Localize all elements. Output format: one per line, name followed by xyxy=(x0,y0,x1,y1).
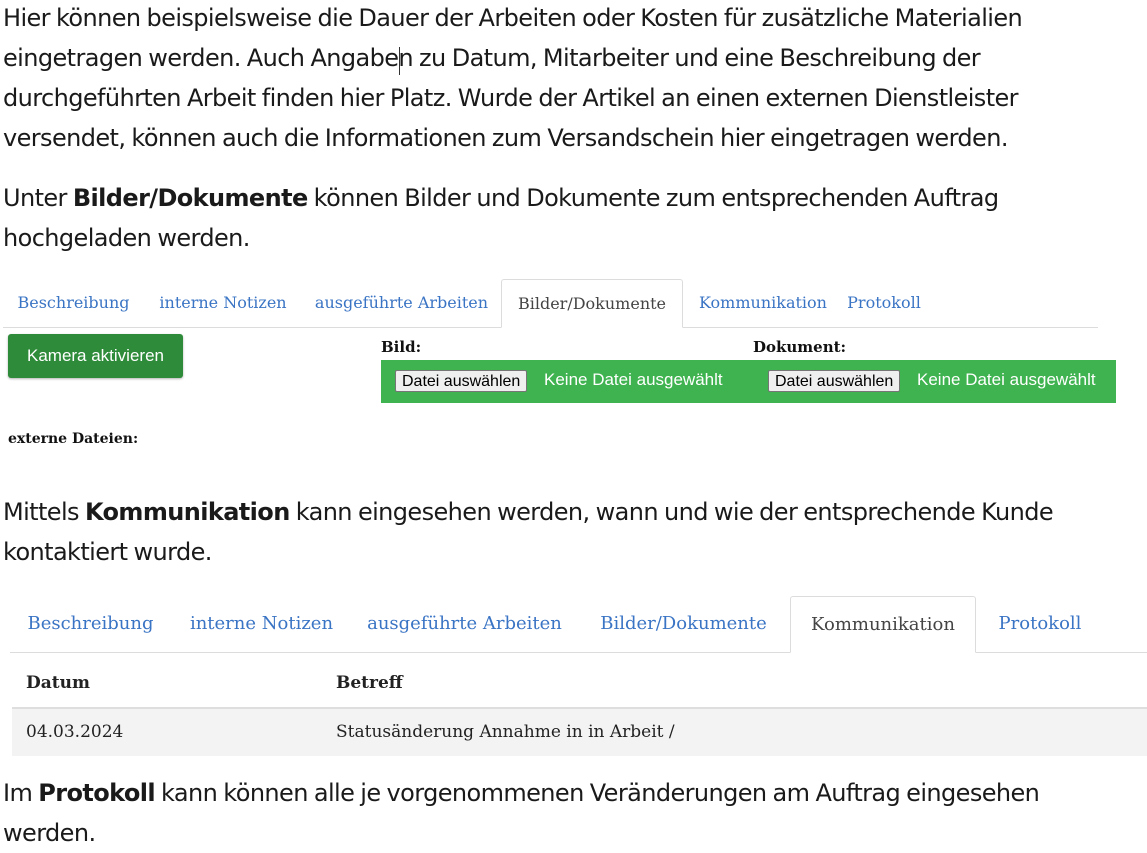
paragraph-text: Im xyxy=(3,779,39,807)
paragraph-text: Mittels xyxy=(3,498,85,526)
table-cell-subject: Statusänderung Annahme in in Arbeit / xyxy=(336,722,675,742)
paragraph-line: eingetragen werden. Auch Angaben zu Datu… xyxy=(3,44,981,72)
paragraph-line: versendet, können auch die Informationen… xyxy=(3,124,1008,152)
paragraph-text: Unter xyxy=(3,184,73,212)
images-paragraph: Unter Bilder/Dokumente können Bilder und… xyxy=(3,178,999,258)
tab-interne-notizen[interactable]: interne Notizen xyxy=(171,596,352,652)
tab-bilder-dokumente[interactable]: Bilder/Dokumente xyxy=(501,279,683,328)
paragraph-text: kann eingesehen werden, wann und wie der… xyxy=(289,498,1054,526)
communication-table: Datum Betreff 04.03.2024 Statusänderung … xyxy=(12,660,1147,756)
tab-kommunikation[interactable]: Kommunikation xyxy=(683,279,843,327)
tab-ausgefuehrte-arbeiten[interactable]: ausgeführte Arbeiten xyxy=(302,279,501,327)
document-file-status: Keine Datei ausgewählt xyxy=(917,370,1096,389)
tab-protokoll[interactable]: Protokoll xyxy=(976,596,1104,652)
image-file-status: Keine Datei ausgewählt xyxy=(544,370,723,389)
image-label: Bild: xyxy=(381,338,422,356)
table-row[interactable]: 04.03.2024 Statusänderung Annahme in in … xyxy=(12,709,1147,756)
paragraph-bold: Bilder/Dokumente xyxy=(72,184,308,212)
document-label: Dokument: xyxy=(753,338,847,356)
tab-interne-notizen[interactable]: interne Notizen xyxy=(144,279,302,327)
paragraph-line: werden. xyxy=(3,819,96,847)
tab-protokoll[interactable]: Protokoll xyxy=(843,279,925,327)
camera-activate-button[interactable]: Kamera aktivieren xyxy=(8,334,183,378)
paragraph-line: durchgeführten Arbeit finden hier Platz.… xyxy=(3,84,1019,112)
tab-ausgefuehrte-arbeiten[interactable]: ausgeführte Arbeiten xyxy=(352,596,577,652)
paragraph-bold: Protokoll xyxy=(38,779,156,807)
paragraph-line: hochgeladen werden. xyxy=(3,224,250,252)
tab-beschreibung[interactable]: Beschreibung xyxy=(10,596,171,652)
paragraph-line: Hier können beispielsweise die Dauer der… xyxy=(3,4,1023,32)
communication-paragraph: Mittels Kommunikation kann eingesehen we… xyxy=(3,492,1054,572)
tab-beschreibung[interactable]: Beschreibung xyxy=(3,279,144,327)
paragraph-bold: Kommunikation xyxy=(84,498,290,526)
table-header-row: Datum Betreff xyxy=(12,660,1147,709)
column-header-betreff: Betreff xyxy=(336,673,403,693)
column-header-datum: Datum xyxy=(26,673,90,693)
paragraph-text: kann können alle je vorgenommenen Veränd… xyxy=(155,779,1040,807)
table-cell-date: 04.03.2024 xyxy=(26,722,124,742)
paragraph-line: kontaktiert wurde. xyxy=(3,538,212,566)
tab-kommunikation[interactable]: Kommunikation xyxy=(790,596,976,653)
text-cursor xyxy=(399,47,400,75)
order-tabs-communication: Beschreibung interne Notizen ausgeführte… xyxy=(10,596,1147,653)
document-file-button[interactable]: Datei auswählen xyxy=(768,370,901,392)
order-tabs: Beschreibung interne Notizen ausgeführte… xyxy=(3,279,1098,328)
paragraph-text: können Bilder und Dokumente zum entsprec… xyxy=(307,184,999,212)
image-file-button[interactable]: Datei auswählen xyxy=(395,370,528,392)
upload-bar: Datei auswählen Keine Datei ausgewählt D… xyxy=(381,360,1116,403)
intro-paragraph: Hier können beispielsweise die Dauer der… xyxy=(3,0,1023,158)
external-files-label: externe Dateien: xyxy=(8,431,139,447)
tab-bilder-dokumente[interactable]: Bilder/Dokumente xyxy=(577,596,790,652)
protocol-paragraph: Im Protokoll kann können alle je vorgeno… xyxy=(3,773,1040,853)
